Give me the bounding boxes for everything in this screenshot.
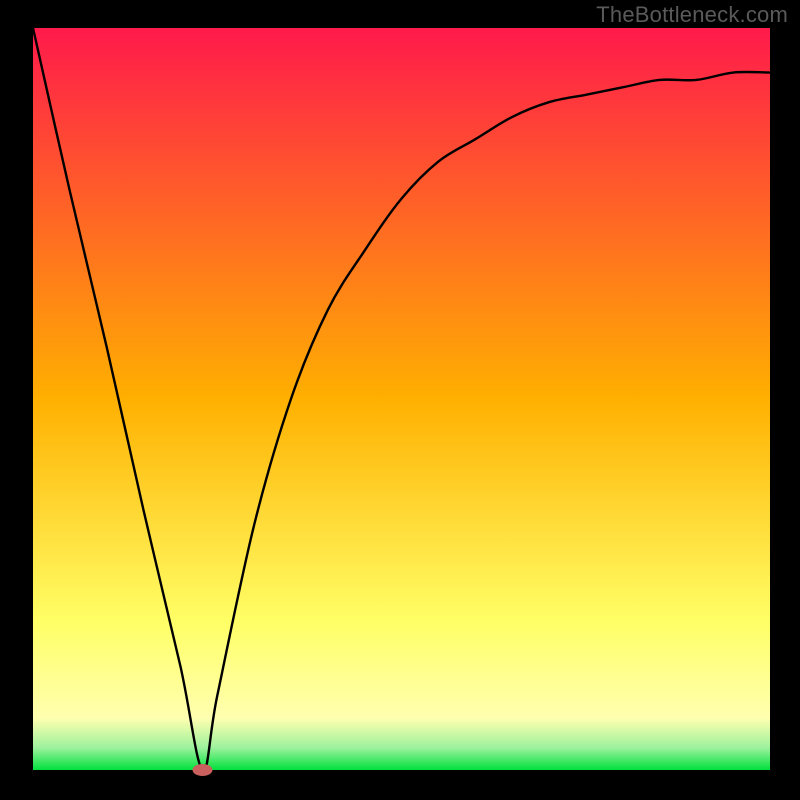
chart-frame: TheBottleneck.com	[0, 0, 800, 800]
plot-background	[33, 28, 770, 770]
watermark-text: TheBottleneck.com	[596, 2, 788, 28]
bottleneck-chart	[0, 0, 800, 800]
optimal-point-marker	[193, 764, 213, 776]
